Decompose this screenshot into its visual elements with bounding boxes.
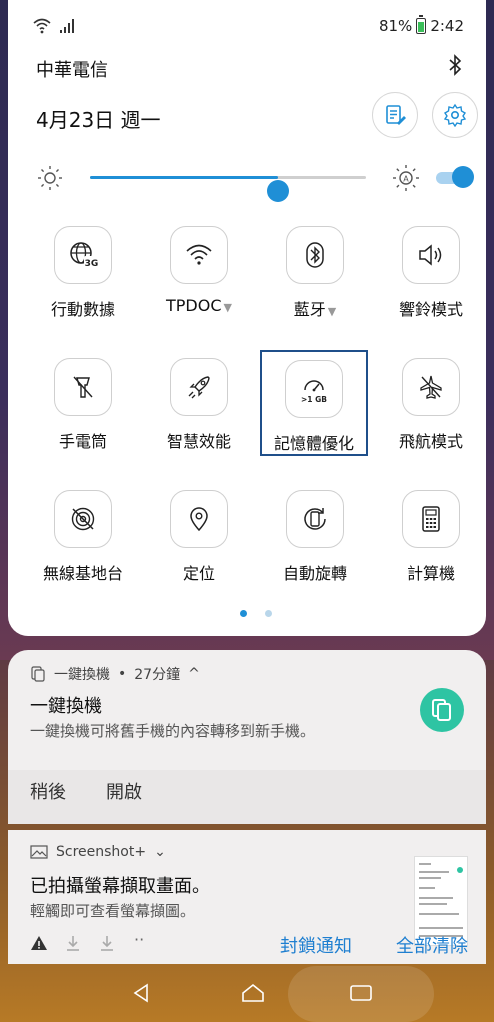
memory-boost-icon: >1 GB [301,380,327,404]
tile-label: 記憶體優化 [273,434,354,453]
expand-caret-icon[interactable]: ▼ [224,301,232,314]
image-icon [30,845,48,859]
home-button[interactable] [236,976,270,1010]
battery-percent: 81% [378,17,413,35]
navigation-bar [0,964,494,1022]
svg-text:3G: 3G [85,259,99,269]
back-button[interactable] [124,976,158,1010]
quick-settings-panel: 81% 2:42 中華電信 4月23日 週一 A 3G 行動數據 TPDOC ▼… [8,0,486,636]
notification-title: 已拍攝螢幕擷取畫面。 [30,876,210,897]
flashlight-off-icon [73,376,93,398]
tile-label: TPDOC [166,296,222,315]
tile-label: 無線基地台 [42,564,123,583]
brightness-slider-thumb[interactable] [267,180,289,202]
calculator-icon [422,506,440,532]
rocket-icon [188,376,210,399]
tile-flashlight[interactable]: 手電筒 [28,358,138,468]
svg-text:A: A [403,175,409,184]
wifi-status-icon [33,18,51,34]
tile-wifi[interactable]: TPDOC ▼ [144,226,254,336]
phone-clone-small-icon [31,666,45,682]
notification-text: 輕觸即可查看螢幕擷圖。 [30,902,196,920]
page-dot[interactable] [265,610,272,617]
tile-label: 定位 [182,564,215,583]
date: 4月23日 週一 [36,108,161,132]
battery-icon [416,15,427,34]
expand-caret-icon[interactable]: ▼ [328,305,336,318]
clear-all-button[interactable]: 全部清除 [396,932,468,958]
tile-label: 自動旋轉 [282,564,347,583]
tile-auto-rotate[interactable]: 自動旋轉 [260,490,370,600]
bluetooth-icon [449,54,462,76]
tile-memory-boost[interactable]: >1 GB 記憶體優化 [260,350,368,456]
tile-smart-performance[interactable]: 智慧效能 [144,358,254,468]
warning-icon [31,936,47,950]
edit-tiles-button[interactable] [372,92,418,138]
collapse-chevron-icon[interactable]: ^ [188,666,200,682]
home-icon [242,983,264,1002]
status-bar: 81% 2:42 [32,14,464,38]
notification-time: 27分鐘 [134,667,181,683]
separator: • [118,666,127,682]
settings-button[interactable] [432,92,478,138]
tile-label: 響鈴模式 [398,300,463,319]
location-icon [190,507,208,532]
bluetooth-icon [306,242,324,268]
memory-badge: >1 GB [301,395,327,404]
auto-brightness-icon: A [393,165,419,191]
mobile-data-3g-icon: 3G [70,242,99,269]
download-icon [101,936,113,951]
tile-label: 藍牙 [293,300,326,319]
airplane-off-icon [420,375,442,399]
more-notifications-indicator: ·· [134,930,145,949]
brightness-slider[interactable] [90,176,366,202]
tile-bluetooth[interactable]: 藍牙 ▼ [260,226,370,336]
notification-header: Screenshot+ ⌄ [30,844,166,860]
block-notifications-button[interactable]: 封鎖通知 [280,932,352,958]
tile-label: 飛航模式 [398,432,463,451]
carrier-name: 中華電信 [36,60,108,81]
notification-actions [8,770,486,824]
tile-label: 手電筒 [58,432,107,451]
clock: 2:42 [430,17,464,35]
download-icon [67,936,79,951]
tile-label: 行動數據 [50,300,115,319]
notification-text: 一鍵換機可將舊手機的內容轉移到新手機。 [30,722,316,740]
page-dot-active[interactable] [240,610,247,617]
tile-sound-mode[interactable]: 響鈴模式 [376,226,486,336]
brightness-low-icon [38,166,62,190]
tile-mobile-data[interactable]: 3G 行動數據 [28,226,138,336]
later-button[interactable]: 稍後 [30,778,66,804]
expand-chevron-icon[interactable]: ⌄ [154,844,166,860]
recents-button[interactable] [344,976,378,1010]
hotspot-off-icon [71,507,95,531]
edit-list-icon [386,105,406,125]
phone-clone-app-icon [420,688,464,732]
tile-hotspot[interactable]: 無線基地台 [28,490,138,600]
sound-icon [419,244,442,266]
notification-title: 一鍵換機 [30,696,102,717]
page-indicator [240,610,272,617]
wifi-icon [186,244,212,265]
tile-calculator[interactable]: 計算機 [376,490,486,600]
tile-location[interactable]: 定位 [144,490,254,600]
brightness-row: A [8,162,486,202]
notification-app-name: 一鍵換機 [54,667,110,683]
gear-icon [443,103,467,127]
signal-icon [60,19,74,33]
notification-header: 一鍵換機 • 27分鐘 ^ [30,664,200,684]
open-button[interactable]: 開啟 [106,778,142,804]
auto-brightness-toggle[interactable] [436,166,474,188]
notification-app-name: Screenshot+ [56,844,147,860]
back-icon [133,983,148,1003]
tile-label: 計算機 [406,564,455,583]
tile-airplane-mode[interactable]: 飛航模式 [376,358,486,468]
recents-icon [350,985,372,1001]
notification-footer: ·· 封鎖通知 全部清除 [8,926,486,964]
auto-rotate-icon [304,508,326,530]
tile-label: 智慧效能 [166,432,231,451]
